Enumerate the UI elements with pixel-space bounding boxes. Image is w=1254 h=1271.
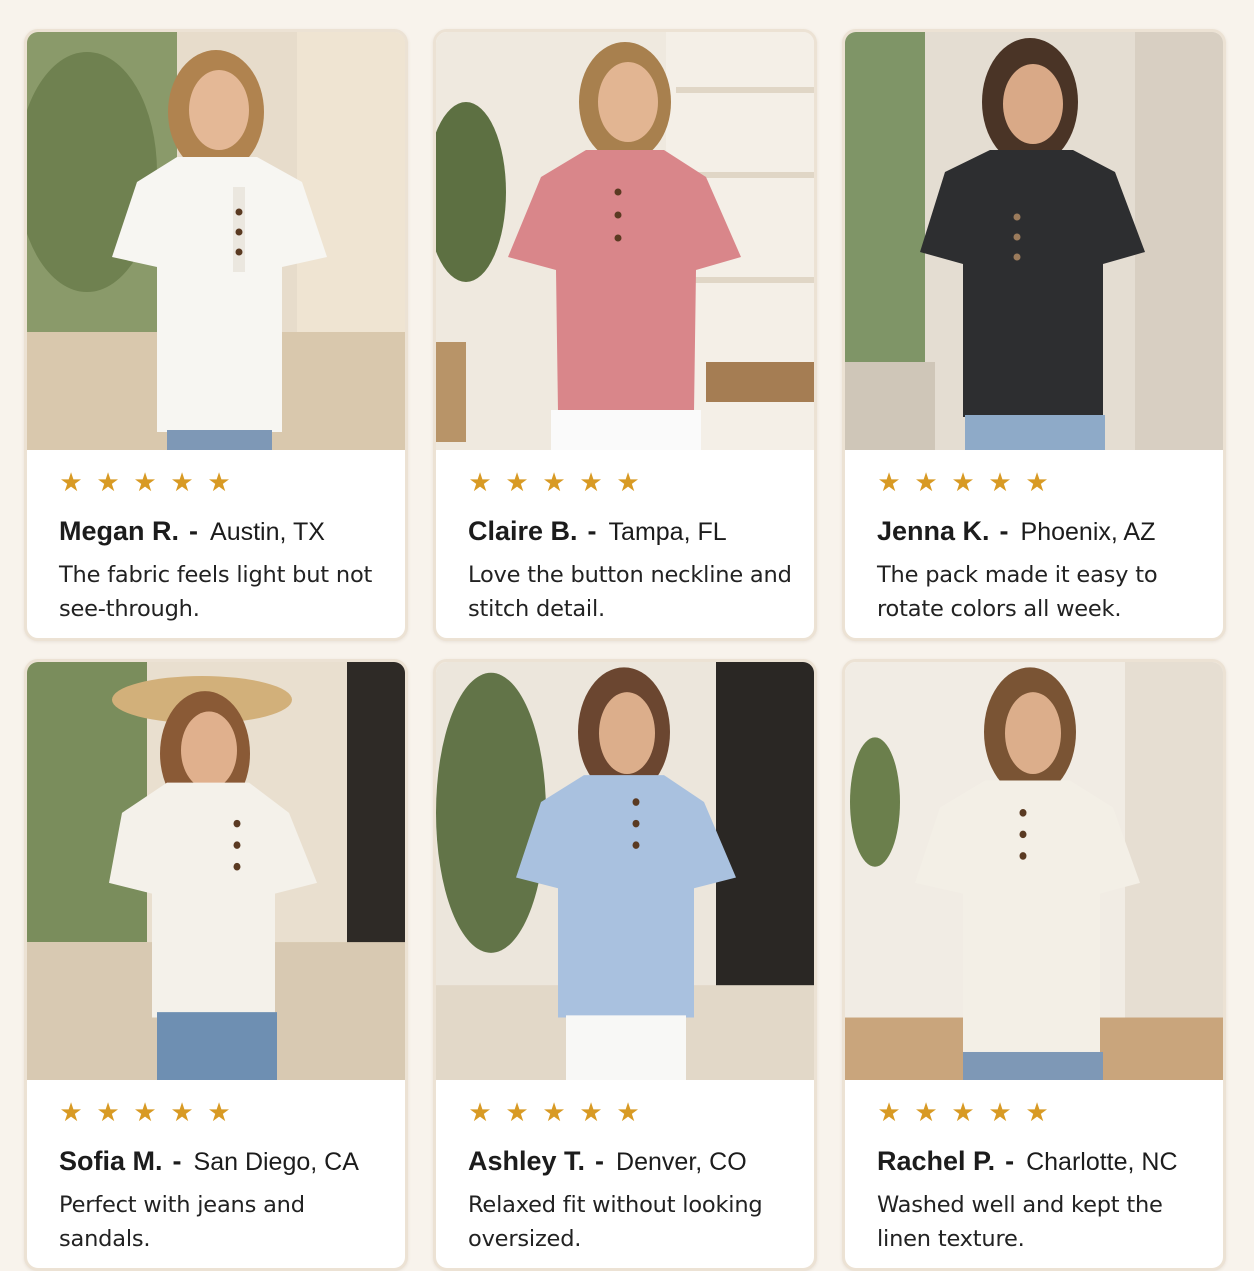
star-rating: ★ ★ ★ ★ ★ — [468, 470, 814, 496]
star-icon: ★ — [468, 1098, 492, 1128]
reviewer-line: Rachel P. - Charlotte, NC — [877, 1146, 1223, 1180]
review-text: Perfect with jeans and sandals. — [59, 1192, 305, 1252]
star-icon: ★ — [170, 468, 194, 498]
review-text: The pack made it easy to rotate colors a… — [877, 562, 1158, 622]
reviewer-name: Sofia M. — [59, 1146, 163, 1176]
reviewer-location: Denver, CO — [616, 1148, 747, 1176]
photo-illustration — [436, 32, 814, 450]
reviewer-location: Tampa, FL — [608, 518, 727, 546]
review-card: ★ ★ ★ ★ ★ Ashley T. - Denver, CO Relaxed… — [433, 659, 817, 1271]
reviewer-line: Claire B. - Tampa, FL — [468, 516, 814, 550]
star-icon: ★ — [133, 1098, 157, 1128]
reviewer-name: Ashley T. — [468, 1146, 586, 1176]
star-icon: ★ — [988, 468, 1012, 498]
photo-illustration — [845, 32, 1223, 450]
review-photo — [845, 32, 1223, 450]
star-rating: ★ ★ ★ ★ ★ — [59, 470, 405, 496]
photo-illustration — [27, 662, 405, 1080]
review-photo — [845, 662, 1223, 1080]
star-rating: ★ ★ ★ ★ ★ — [877, 1100, 1223, 1126]
star-icon: ★ — [505, 468, 529, 498]
star-icon: ★ — [542, 1098, 566, 1128]
reviewer-location: Charlotte, NC — [1026, 1148, 1178, 1176]
reviewer-name: Rachel P. — [877, 1146, 996, 1176]
review-text: The fabric feels light but not see-throu… — [59, 562, 373, 622]
star-icon: ★ — [207, 1098, 231, 1128]
star-rating: ★ ★ ★ ★ ★ — [877, 470, 1223, 496]
star-icon: ★ — [1025, 468, 1049, 498]
star-icon: ★ — [133, 468, 157, 498]
review-photo — [27, 662, 405, 1080]
reviewer-name: Claire B. — [468, 516, 578, 546]
star-icon: ★ — [914, 468, 938, 498]
separator: - — [172, 1146, 182, 1176]
review-photo — [436, 32, 814, 450]
star-icon: ★ — [468, 468, 492, 498]
review-card: ★ ★ ★ ★ ★ Jenna K. - Phoenix, AZ The pac… — [842, 29, 1226, 641]
reviewer-line: Ashley T. - Denver, CO — [468, 1146, 814, 1180]
star-icon: ★ — [616, 468, 640, 498]
review-card: ★ ★ ★ ★ ★ Claire B. - Tampa, FL Love the… — [433, 29, 817, 641]
star-icon: ★ — [1025, 1098, 1049, 1128]
star-icon: ★ — [579, 468, 603, 498]
review-card: ★ ★ ★ ★ ★ Rachel P. - Charlotte, NC Wash… — [842, 659, 1226, 1271]
star-icon: ★ — [59, 468, 83, 498]
reviewer-location: Phoenix, AZ — [1020, 518, 1156, 546]
review-card: ★ ★ ★ ★ ★ Sofia M. - San Diego, CA Perfe… — [24, 659, 408, 1271]
separator: - — [587, 516, 597, 546]
separator: - — [999, 516, 1009, 546]
separator: - — [189, 516, 199, 546]
star-icon: ★ — [951, 1098, 975, 1128]
star-icon: ★ — [96, 468, 120, 498]
reviewer-name: Megan R. — [59, 516, 180, 546]
separator: - — [1005, 1146, 1015, 1176]
reviewer-line: Sofia M. - San Diego, CA — [59, 1146, 405, 1180]
review-text: Washed well and kept the linen texture. — [877, 1192, 1163, 1252]
review-card: ★ ★ ★ ★ ★ Megan R. - Austin, TX The fabr… — [24, 29, 408, 641]
star-rating: ★ ★ ★ ★ ★ — [59, 1100, 405, 1126]
star-icon: ★ — [170, 1098, 194, 1128]
reviewer-location: San Diego, CA — [193, 1148, 359, 1176]
star-icon: ★ — [542, 468, 566, 498]
star-icon: ★ — [96, 1098, 120, 1128]
star-icon: ★ — [579, 1098, 603, 1128]
star-icon: ★ — [877, 1098, 901, 1128]
star-rating: ★ ★ ★ ★ ★ — [468, 1100, 814, 1126]
star-icon: ★ — [988, 1098, 1012, 1128]
star-icon: ★ — [616, 1098, 640, 1128]
reviewer-name: Jenna K. — [877, 516, 990, 546]
review-text: Love the button neckline and stitch deta… — [468, 562, 792, 622]
reviewer-line: Megan R. - Austin, TX — [59, 516, 405, 550]
reviewer-location: Austin, TX — [210, 518, 325, 546]
star-icon: ★ — [505, 1098, 529, 1128]
star-icon: ★ — [207, 468, 231, 498]
review-grid: ★ ★ ★ ★ ★ Megan R. - Austin, TX The fabr… — [24, 29, 1227, 1271]
review-text: Relaxed fit without looking oversized. — [468, 1192, 763, 1252]
separator: - — [595, 1146, 605, 1176]
reviewer-line: Jenna K. - Phoenix, AZ — [877, 516, 1223, 550]
review-photo — [27, 32, 405, 450]
star-icon: ★ — [877, 468, 901, 498]
photo-illustration — [845, 662, 1223, 1080]
photo-illustration — [436, 662, 814, 1080]
star-icon: ★ — [914, 1098, 938, 1128]
review-photo — [436, 662, 814, 1080]
photo-illustration — [27, 32, 405, 450]
star-icon: ★ — [951, 468, 975, 498]
star-icon: ★ — [59, 1098, 83, 1128]
